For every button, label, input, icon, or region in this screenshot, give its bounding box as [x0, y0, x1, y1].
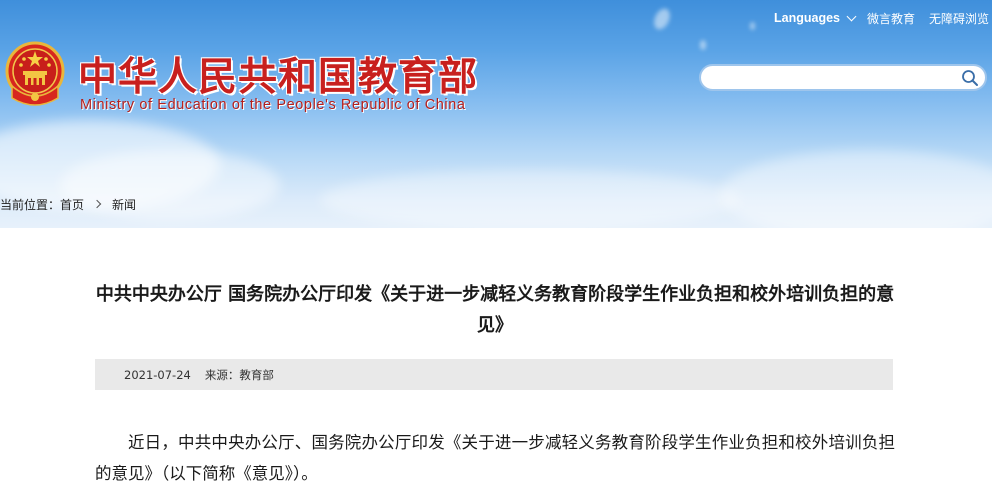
site-title-en[interactable]: Ministry of Education of the People's Re… [80, 97, 466, 113]
weiyan-link[interactable]: 微言教育 [867, 10, 915, 27]
article-source: 教育部 [239, 367, 274, 382]
breadcrumb-news-link[interactable]: 新闻 [112, 196, 136, 213]
site-header: 中华人民共和国教育部 Ministry of Education of the … [0, 0, 992, 228]
national-emblem-icon [5, 41, 65, 106]
chevron-down-icon[interactable] [846, 11, 857, 21]
article-meta: 2021-07-24 来源： 教育部 [95, 359, 893, 390]
languages-menu[interactable]: Languages [774, 11, 840, 25]
breadcrumb-home-link[interactable]: 首页 [60, 196, 84, 213]
bokeh-decoration [700, 40, 706, 50]
bokeh-decoration [750, 22, 755, 30]
cloud-decoration [320, 170, 740, 228]
top-links: Languages 微言教育 无障碍浏览 [774, 10, 989, 26]
search-input[interactable] [713, 69, 953, 87]
article-title: 中共中央办公厅 国务院办公厅印发《关于进一步减轻义务教育阶段学生作业负担和校外培… [95, 284, 895, 336]
chevron-right-icon [92, 199, 102, 209]
site-title-cn[interactable]: 中华人民共和国教育部 [78, 46, 478, 102]
article-source-label: 来源： [204, 367, 240, 382]
breadcrumb-label: 当前位置： [0, 197, 61, 212]
accessible-browse-link[interactable]: 无障碍浏览 [929, 10, 989, 27]
cloud-decoration [720, 150, 992, 228]
search-box [699, 64, 987, 91]
search-icon[interactable] [961, 69, 979, 87]
article-date: 2021-07-24 [124, 367, 191, 382]
bokeh-decoration [651, 6, 673, 32]
breadcrumb: 当前位置： 首页 新闻 [0, 196, 136, 212]
article-paragraph: 近日，中共中央办公厅、国务院办公厅印发《关于进一步减轻义务教育阶段学生作业负担和… [95, 433, 895, 483]
